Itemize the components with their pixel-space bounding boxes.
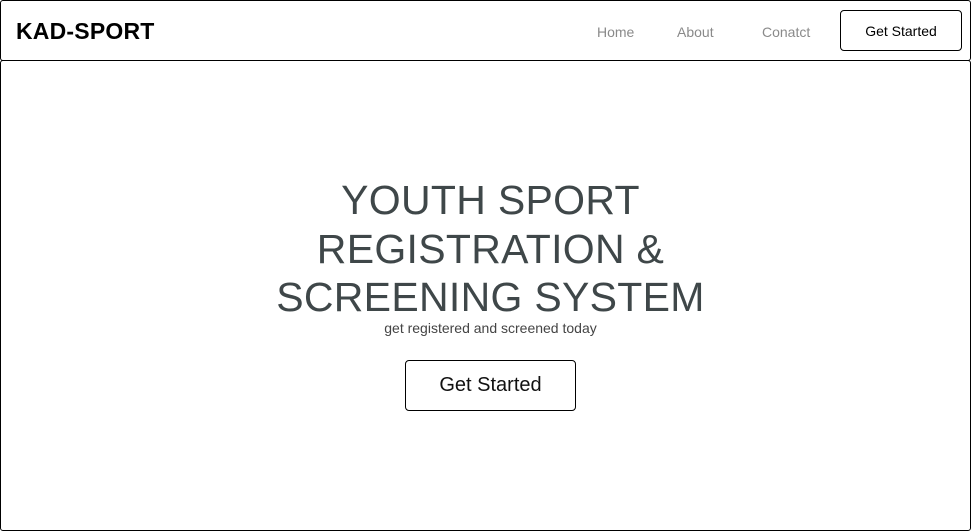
nav-link-about[interactable]: About bbox=[677, 23, 714, 41]
nav-get-started-button[interactable]: Get Started bbox=[840, 10, 962, 51]
hero-section: YOUTH SPORT REGISTRATION & SCREENING SYS… bbox=[0, 60, 971, 531]
navbar: KAD-SPORT Home About Conatct Get Started bbox=[0, 0, 971, 61]
hero-title-line: REGISTRATION & bbox=[316, 225, 665, 272]
hero-subtitle: get registered and screened today bbox=[384, 320, 597, 336]
brand-logo-text[interactable]: KAD-SPORT bbox=[16, 17, 155, 45]
nav-link-contact[interactable]: Conatct bbox=[762, 23, 810, 41]
hero-title-line: SCREENING SYSTEM bbox=[276, 274, 705, 320]
hero-get-started-button[interactable]: Get Started bbox=[405, 360, 576, 411]
hero-title: YOUTH SPORT REGISTRATION & SCREENING SYS… bbox=[1, 176, 971, 322]
nav-link-home[interactable]: Home bbox=[597, 23, 634, 41]
hero-title-line: YOUTH SPORT bbox=[341, 177, 640, 223]
